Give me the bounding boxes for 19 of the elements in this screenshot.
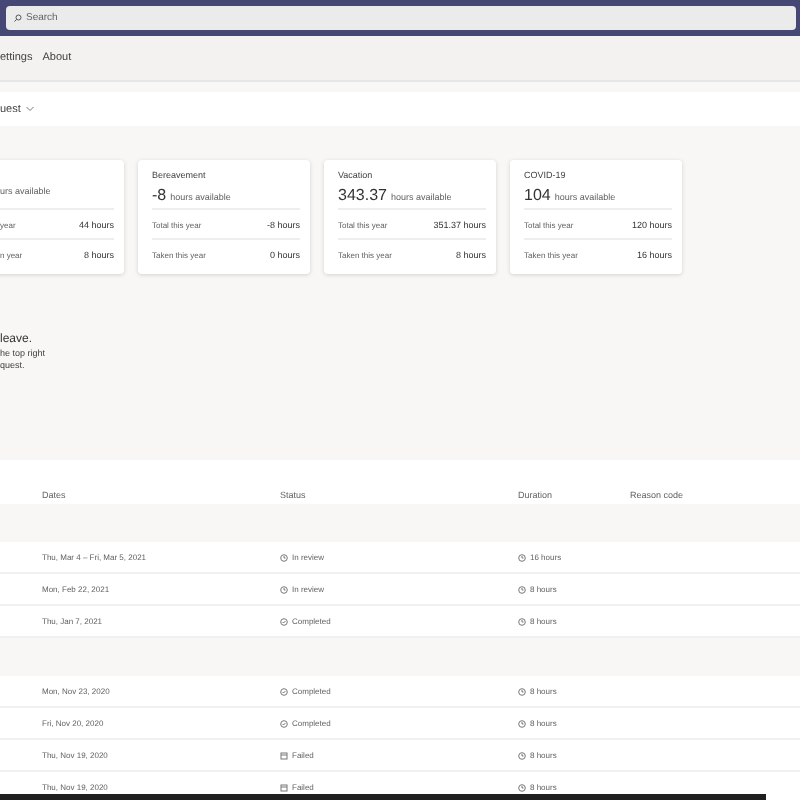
hours-number: -8 — [152, 186, 167, 204]
clock-icon — [518, 553, 526, 561]
search-icon — [14, 14, 22, 22]
clock-icon — [280, 553, 288, 561]
clock-icon — [518, 617, 526, 625]
chevron-down-icon — [26, 106, 35, 112]
failed-icon — [280, 783, 288, 791]
clock-icon — [280, 585, 288, 593]
clock-icon — [518, 719, 526, 727]
clock-icon — [518, 751, 526, 759]
check-circle-icon — [280, 687, 288, 695]
check-circle-icon — [280, 617, 288, 625]
check-circle-icon — [280, 719, 288, 727]
clock-icon — [518, 687, 526, 695]
clock-icon — [518, 783, 526, 791]
clock-icon — [518, 585, 526, 593]
failed-icon — [280, 751, 288, 759]
hours-number: 104 — [524, 186, 551, 204]
hours-number: 343.37 — [338, 186, 387, 204]
